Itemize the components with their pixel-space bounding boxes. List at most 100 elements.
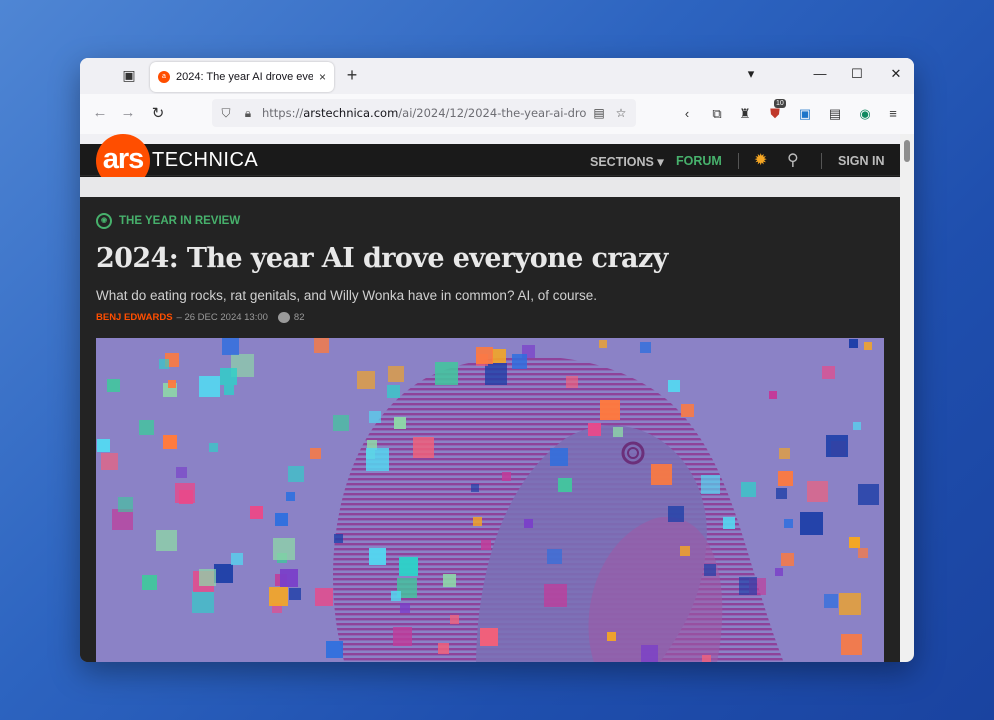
pixel-square bbox=[214, 564, 233, 583]
share-icon[interactable]: ‹ bbox=[678, 105, 696, 123]
pixel-square bbox=[400, 603, 410, 613]
pixel-square bbox=[807, 481, 828, 502]
pixel-square bbox=[651, 464, 672, 485]
pixel-square bbox=[438, 643, 449, 654]
pixel-square bbox=[853, 422, 861, 430]
page-scrollbar[interactable] bbox=[900, 134, 914, 662]
menu-hamburger-icon[interactable]: ≡ bbox=[884, 105, 902, 123]
pixel-square bbox=[366, 448, 389, 471]
pixel-square bbox=[781, 553, 794, 566]
pixel-square bbox=[779, 448, 790, 459]
pixel-square bbox=[220, 368, 237, 385]
pixel-square bbox=[502, 472, 511, 481]
pixel-square bbox=[97, 439, 110, 452]
pixel-square bbox=[168, 380, 176, 388]
ars-favicon-icon: a bbox=[158, 71, 170, 83]
list-all-tabs-icon[interactable]: ▾ bbox=[741, 66, 761, 82]
nav-sign-in[interactable]: SIGN IN bbox=[838, 154, 885, 168]
pixel-square bbox=[334, 534, 343, 543]
nav-sections[interactable]: SECTIONS ▾ bbox=[590, 154, 664, 169]
url-scheme: https:// bbox=[262, 106, 304, 120]
pixel-square bbox=[310, 448, 321, 459]
pixel-square bbox=[849, 339, 858, 348]
pixel-square bbox=[640, 342, 651, 353]
back-icon[interactable]: ← bbox=[90, 104, 110, 121]
pixel-square bbox=[558, 478, 572, 492]
pixel-square bbox=[394, 417, 406, 429]
pixel-square bbox=[139, 420, 154, 435]
pixel-square bbox=[550, 448, 568, 466]
pixel-square bbox=[231, 553, 243, 565]
pixel-square bbox=[387, 385, 400, 398]
pixel-square bbox=[393, 627, 412, 646]
pixel-square bbox=[547, 549, 562, 564]
pixel-square bbox=[159, 359, 169, 369]
comment-count[interactable]: 82 bbox=[294, 312, 305, 323]
pixel-square bbox=[600, 400, 620, 420]
author-link[interactable]: BENJ EDWARDS bbox=[96, 312, 173, 323]
hero-image bbox=[96, 338, 884, 662]
ars-logo-word[interactable]: TECHNICA bbox=[152, 149, 258, 172]
pixel-square bbox=[250, 506, 263, 519]
tab-list-icon[interactable]: ▣ bbox=[120, 67, 138, 85]
url-text[interactable]: https://arstechnica.com/ai/2024/12/2024-… bbox=[262, 106, 586, 120]
pixel-square bbox=[314, 338, 329, 353]
pixel-square bbox=[280, 569, 298, 587]
pixel-square bbox=[413, 437, 434, 458]
pixel-square bbox=[289, 588, 301, 600]
pixel-square bbox=[858, 548, 868, 558]
hero-illustration bbox=[96, 338, 884, 662]
forward-icon[interactable]: → bbox=[118, 104, 138, 121]
pixel-square bbox=[199, 569, 216, 586]
pixel-square bbox=[784, 519, 793, 528]
nav-divider bbox=[738, 153, 739, 169]
save-disk-icon[interactable]: ▣ bbox=[796, 105, 814, 123]
lighthouse-icon[interactable]: ♜ bbox=[736, 105, 754, 123]
lock-icon[interactable]: 🔒︎ bbox=[240, 106, 256, 121]
pixel-square bbox=[369, 548, 386, 565]
pixel-square bbox=[286, 492, 295, 501]
tab-close-icon[interactable]: × bbox=[319, 70, 326, 84]
pixel-square bbox=[839, 593, 861, 615]
grammarly-icon[interactable]: ◉ bbox=[856, 105, 874, 123]
bookmark-star-icon[interactable]: ☆ bbox=[612, 106, 630, 120]
tracking-shield-icon[interactable]: ⛉ bbox=[218, 106, 234, 121]
close-window-button[interactable]: ✕ bbox=[886, 66, 906, 82]
pixel-square bbox=[473, 517, 482, 526]
pixel-square bbox=[192, 591, 214, 613]
ublock-shield-icon[interactable]: ⛊ 10 bbox=[766, 99, 786, 123]
pixel-square bbox=[741, 482, 756, 497]
pixel-square bbox=[668, 380, 680, 392]
pixel-square bbox=[288, 466, 304, 482]
pixel-square bbox=[391, 591, 401, 601]
pixel-square bbox=[849, 537, 860, 548]
comment-bubble-icon[interactable] bbox=[277, 312, 290, 323]
pixel-square bbox=[224, 385, 234, 395]
nav-forum[interactable]: FORUM bbox=[676, 154, 722, 168]
pixel-square bbox=[822, 366, 835, 379]
wallet-icon[interactable]: ▤ bbox=[826, 105, 844, 123]
theme-sun-icon[interactable]: ✹ bbox=[754, 150, 767, 170]
pixel-square bbox=[858, 484, 879, 505]
pixel-square bbox=[739, 577, 757, 595]
pixel-square bbox=[315, 588, 333, 606]
search-icon[interactable]: ⚲ bbox=[787, 150, 799, 170]
minimize-button[interactable]: — bbox=[810, 66, 830, 81]
pixel-square bbox=[471, 484, 479, 492]
page-top-strip bbox=[80, 134, 900, 144]
extensions-puzzle-icon[interactable]: ⧉ bbox=[708, 105, 726, 123]
site-header: ars TECHNICA SECTIONS ▾ FORUM ✹ ⚲ SIGN I… bbox=[80, 134, 900, 188]
pixel-square bbox=[476, 347, 493, 364]
reader-view-icon[interactable]: ▤ bbox=[590, 106, 608, 120]
pixel-square bbox=[680, 546, 690, 556]
url-bar[interactable]: ⛉ 🔒︎ https://arstechnica.com/ai/2024/12/… bbox=[212, 99, 636, 127]
pixel-square bbox=[841, 634, 862, 655]
nav-divider bbox=[821, 153, 822, 169]
tab-active[interactable]: a 2024: The year AI drove everyone crazy… bbox=[150, 62, 334, 92]
reload-icon[interactable]: ↻ bbox=[148, 104, 168, 122]
article-kicker[interactable]: ◉ THE YEAR IN REVIEW bbox=[96, 213, 240, 229]
scrollbar-thumb[interactable] bbox=[904, 140, 910, 162]
nav-bar: ← → ↻ ⛉ 🔒︎ https://arstechnica.com/ai/20… bbox=[80, 94, 914, 162]
new-tab-button[interactable]: + bbox=[342, 66, 362, 84]
maximize-button[interactable]: ☐ bbox=[847, 66, 867, 82]
